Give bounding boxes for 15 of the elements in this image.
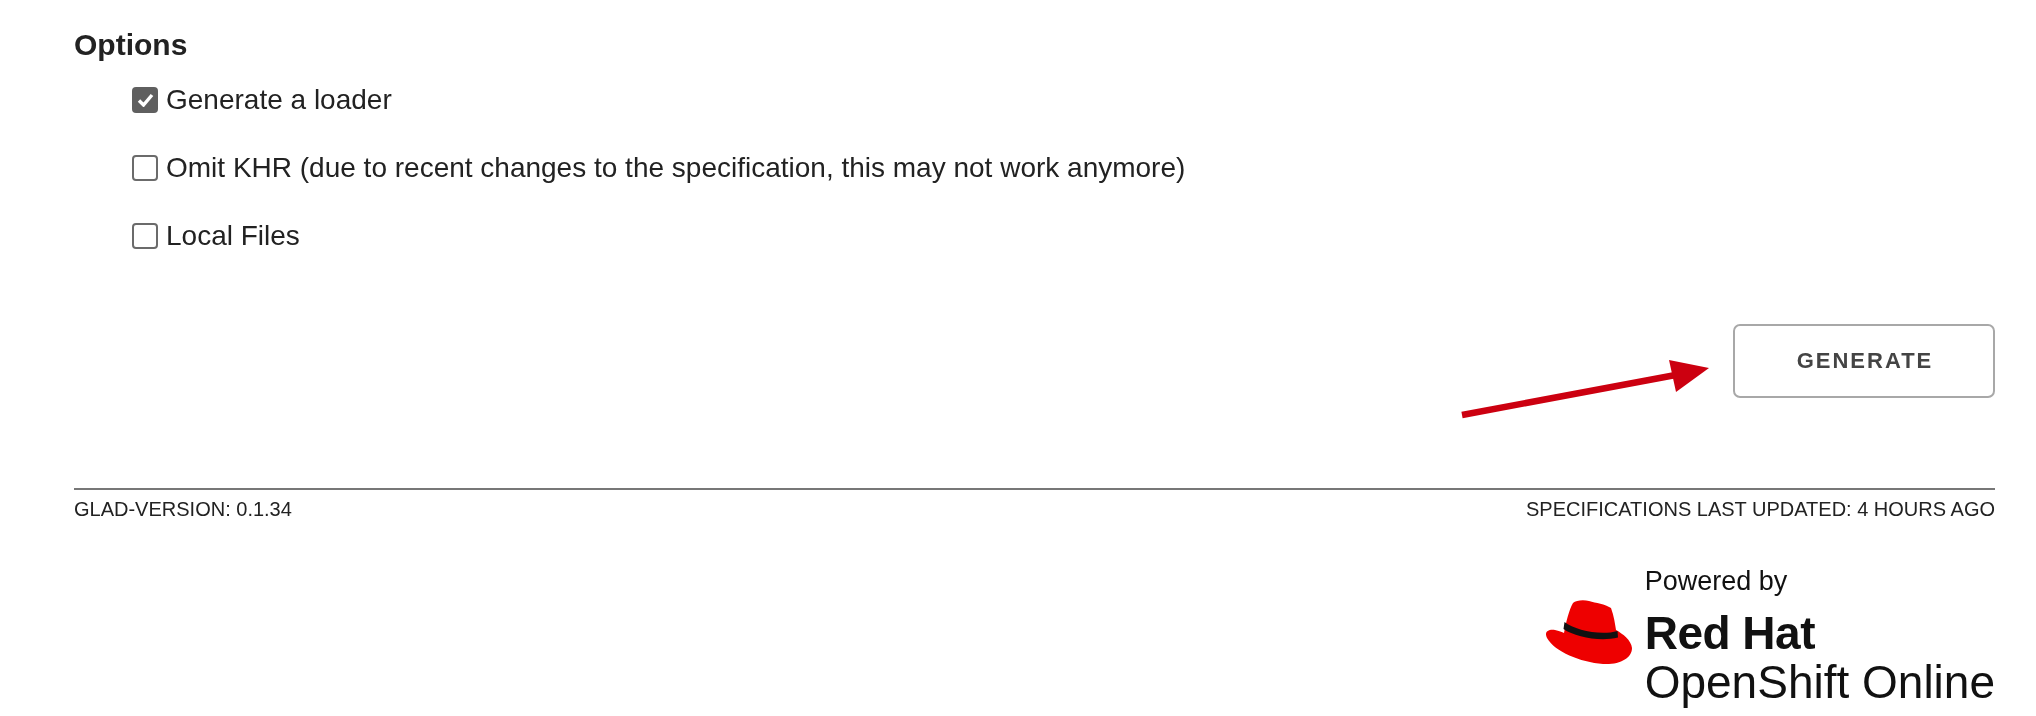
specifications-updated-text: SPECIFICATIONS LAST UPDATED: 4 HOURS AGO: [1526, 497, 1995, 521]
version-text: GLAD-VERSION: 0.1.34: [74, 497, 292, 521]
section-heading: Options: [74, 27, 188, 63]
checkbox-label: Generate a loader: [166, 83, 392, 117]
generate-button[interactable]: GENERATE: [1733, 324, 1995, 398]
checkbox[interactable]: [132, 87, 158, 113]
checkbox-label: Local Files: [166, 219, 300, 253]
checkbox[interactable]: [132, 155, 158, 181]
checkmark-icon: [136, 93, 154, 107]
powered-by-text: Powered by: [1644, 565, 1788, 597]
brand-name: Red Hat: [1644, 609, 1815, 657]
checkbox[interactable]: [132, 223, 158, 249]
hat-icon: [1544, 600, 1632, 665]
checkbox-label: Omit KHR (due to recent changes to the specification, this may not work anymore): [166, 151, 1186, 185]
product-name: OpenShift Online: [1644, 658, 1995, 706]
